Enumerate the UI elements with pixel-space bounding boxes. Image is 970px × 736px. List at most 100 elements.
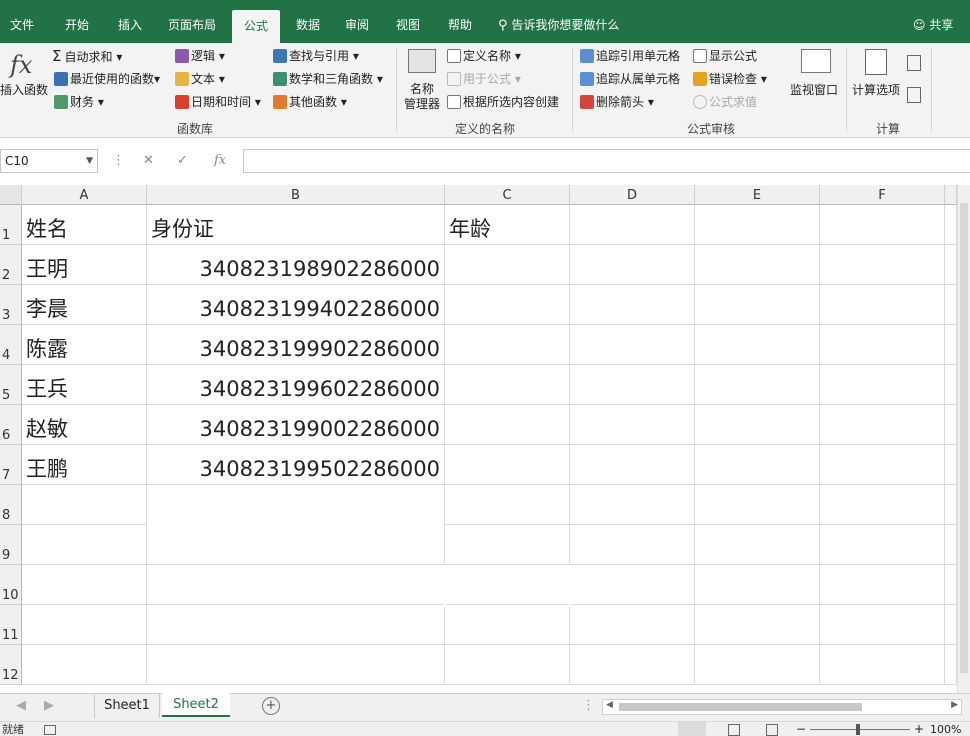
evaluate-formula-button[interactable]: 公式求值 xyxy=(693,94,757,110)
formula-input[interactable] xyxy=(243,149,970,173)
page-break-view-icon[interactable] xyxy=(766,724,778,736)
cell-b1[interactable]: 身份证 xyxy=(147,205,445,245)
cell-e12[interactable] xyxy=(695,645,820,685)
cell-d8[interactable] xyxy=(570,485,695,525)
column-header-b[interactable]: B xyxy=(147,185,445,205)
datetime-button[interactable]: 日期和时间 ▾ xyxy=(175,94,261,110)
cell-c4[interactable] xyxy=(445,325,570,365)
cell-e2[interactable] xyxy=(695,245,820,285)
cell-f2[interactable] xyxy=(820,245,945,285)
cell-f11[interactable] xyxy=(820,605,945,645)
tab-help[interactable]: 帮助 xyxy=(440,0,480,43)
watch-window-button[interactable]: 监视窗口 xyxy=(790,82,838,98)
cell-c10[interactable] xyxy=(445,565,570,605)
zoom-slider[interactable] xyxy=(810,729,910,730)
cell-a2[interactable]: 王明 xyxy=(22,245,147,285)
share-button[interactable]: ☺ 共享 xyxy=(913,0,953,43)
cell-e11[interactable] xyxy=(695,605,820,645)
scroll-left-arrow-icon[interactable]: ◀ xyxy=(606,700,613,710)
cell-a5[interactable]: 王兵 xyxy=(22,365,147,405)
row-header-8[interactable]: 8 xyxy=(0,485,22,525)
cell-e10[interactable] xyxy=(695,565,820,605)
cell-f7[interactable] xyxy=(820,445,945,485)
sheet-tab-sheet2[interactable]: Sheet2 xyxy=(162,693,230,717)
define-name-button[interactable]: 定义名称 ▾ xyxy=(447,48,521,64)
zoom-level[interactable]: 100% xyxy=(930,722,961,736)
page-layout-view-icon[interactable] xyxy=(728,724,740,736)
cell-c11[interactable] xyxy=(445,605,570,645)
trace-dependents-button[interactable]: 追踪从属单元格 xyxy=(580,71,680,87)
cell-c1[interactable]: 年龄 xyxy=(445,205,570,245)
normal-view-icon[interactable] xyxy=(678,722,706,736)
lookup-button[interactable]: 查找与引用 ▾ xyxy=(273,48,359,64)
recent-functions-button[interactable]: 最近使用的函数▾ xyxy=(54,71,160,87)
row-header-3[interactable]: 3 xyxy=(0,285,22,325)
row-header-4[interactable]: 4 xyxy=(0,325,22,365)
cell-c12[interactable] xyxy=(445,645,570,685)
scroll-right-icon[interactable]: ▶ xyxy=(42,694,56,718)
cell-f9[interactable] xyxy=(820,525,945,565)
row-header-11[interactable]: 11 xyxy=(0,605,22,645)
cell-f3[interactable] xyxy=(820,285,945,325)
row-header-5[interactable]: 5 xyxy=(0,365,22,405)
row-header-1[interactable]: 1 xyxy=(0,205,22,245)
cell-d6[interactable] xyxy=(570,405,695,445)
name-box[interactable]: C10 ▼ xyxy=(0,149,98,173)
cell-a7[interactable]: 王鹏 xyxy=(22,445,147,485)
cell-g6[interactable] xyxy=(945,405,957,445)
cell-g7[interactable] xyxy=(945,445,957,485)
autosum-button[interactable]: Σ 自动求和 ▾ xyxy=(52,48,122,65)
create-from-selection-button[interactable]: 根据所选内容创建 xyxy=(447,94,559,110)
cell-e8[interactable] xyxy=(695,485,820,525)
tab-formulas[interactable]: 公式 xyxy=(232,10,280,43)
tab-home[interactable]: 开始 xyxy=(55,0,99,43)
macro-record-icon[interactable] xyxy=(44,725,56,735)
insert-function-fx-icon[interactable]: fx xyxy=(214,149,226,173)
cell-d10[interactable] xyxy=(570,565,695,605)
row-header-10[interactable]: 10 xyxy=(0,565,22,605)
scroll-right-arrow-icon[interactable]: ▶ xyxy=(951,700,958,710)
cell-b2[interactable]: 340823198902286000 xyxy=(147,245,445,285)
cell-d11[interactable] xyxy=(570,605,695,645)
cell-b9[interactable] xyxy=(147,525,445,565)
sheet-tab-sheet1[interactable]: Sheet1 xyxy=(94,694,160,718)
vertical-scroll-thumb[interactable] xyxy=(960,203,968,673)
scroll-left-icon[interactable]: ◀ xyxy=(14,694,28,718)
cell-a3[interactable]: 李晨 xyxy=(22,285,147,325)
cell-a12[interactable] xyxy=(22,645,147,685)
cell-g10[interactable] xyxy=(945,565,957,605)
column-header-f[interactable]: F xyxy=(820,185,945,205)
cell-b11[interactable] xyxy=(147,605,445,645)
calc-sheet-icon[interactable] xyxy=(907,87,921,103)
cell-e6[interactable] xyxy=(695,405,820,445)
cell-c2[interactable] xyxy=(445,245,570,285)
tab-review[interactable]: 审阅 xyxy=(337,0,377,43)
cell-g4[interactable] xyxy=(945,325,957,365)
cell-b8[interactable] xyxy=(147,485,445,525)
name-manager-button[interactable]: 名称 管理器 xyxy=(404,82,440,112)
cell-a6[interactable]: 赵敏 xyxy=(22,405,147,445)
enter-icon[interactable]: ✓ xyxy=(177,149,188,173)
row-header-6[interactable]: 6 xyxy=(0,405,22,445)
row-header-9[interactable]: 9 xyxy=(0,525,22,565)
horizontal-scroll-thumb[interactable] xyxy=(619,703,862,711)
tab-insert[interactable]: 插入 xyxy=(108,0,152,43)
cell-g9[interactable] xyxy=(945,525,957,565)
cell-f12[interactable] xyxy=(820,645,945,685)
cell-e7[interactable] xyxy=(695,445,820,485)
tab-page-layout[interactable]: 页面布局 xyxy=(160,0,224,43)
cell-f1[interactable] xyxy=(820,205,945,245)
tab-view[interactable]: 视图 xyxy=(388,0,428,43)
cell-e1[interactable] xyxy=(695,205,820,245)
cell-d7[interactable] xyxy=(570,445,695,485)
cell-b10[interactable] xyxy=(147,565,445,605)
cell-g2[interactable] xyxy=(945,245,957,285)
cell-c3[interactable] xyxy=(445,285,570,325)
cell-e9[interactable] xyxy=(695,525,820,565)
cell-d1[interactable] xyxy=(570,205,695,245)
cell-e4[interactable] xyxy=(695,325,820,365)
cell-d12[interactable] xyxy=(570,645,695,685)
error-checking-button[interactable]: 错误检查 ▾ xyxy=(693,71,767,87)
zoom-in-icon[interactable]: + xyxy=(914,722,924,736)
cell-g11[interactable] xyxy=(945,605,957,645)
